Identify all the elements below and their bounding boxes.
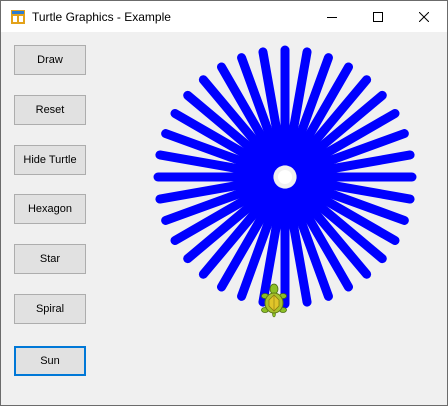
maximize-button[interactable] (355, 1, 401, 32)
star-button[interactable]: Star (14, 244, 86, 274)
close-button[interactable] (401, 1, 447, 32)
minimize-button[interactable] (309, 1, 355, 32)
window-title: Turtle Graphics - Example (32, 9, 171, 24)
hexagon-button[interactable]: Hexagon (14, 194, 86, 224)
app-icon (11, 9, 25, 24)
window-controls (309, 1, 447, 32)
close-icon (419, 11, 429, 22)
title-bar[interactable]: Turtle Graphics - Example (1, 1, 447, 32)
hide-turtle-button[interactable]: Hide Turtle (14, 145, 86, 175)
client-area: Draw Reset Hide Turtle Hexagon Star Spir… (1, 32, 447, 405)
spiral-button[interactable]: Spiral (14, 294, 86, 324)
draw-button[interactable]: Draw (14, 45, 86, 75)
sun-drawing (153, 45, 417, 309)
reset-button[interactable]: Reset (14, 95, 86, 125)
minimize-icon (327, 16, 337, 18)
app-window: Turtle Graphics - Example Draw Reset Hid… (0, 0, 448, 406)
maximize-icon (373, 11, 383, 22)
sun-center (278, 170, 292, 184)
drawing-canvas (153, 45, 417, 318)
sun-button[interactable]: Sun (14, 346, 86, 376)
